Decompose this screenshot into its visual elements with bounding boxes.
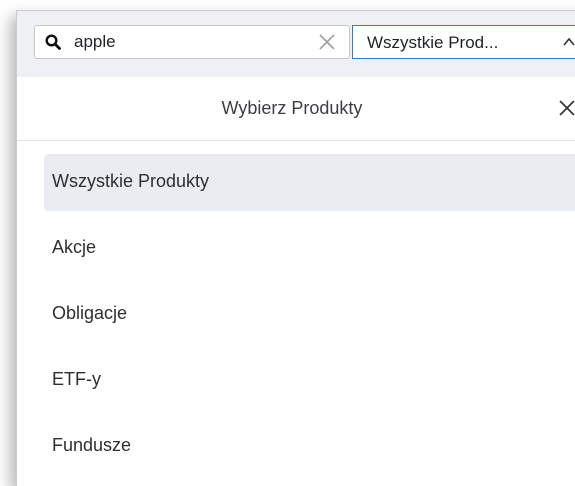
option-bonds[interactable]: Obligacje [44, 286, 575, 343]
sheet-title: Wybierz Produkty [221, 98, 363, 118]
search-icon [45, 34, 61, 50]
close-icon[interactable] [558, 99, 575, 117]
option-funds[interactable]: Fundusze [44, 418, 575, 475]
product-options-list: Wszystkie Produkty Akcje Obligacje ETF-y… [44, 154, 575, 484]
sheet-header: Wybierz Produkty [17, 77, 575, 141]
option-all-products[interactable]: Wszystkie Produkty [44, 154, 575, 211]
option-etfs[interactable]: ETF-y [44, 352, 575, 409]
search-input[interactable] [74, 30, 314, 54]
search-toolbar: Wszystkie Prod... [17, 11, 575, 77]
search-field[interactable] [34, 25, 350, 59]
option-stocks[interactable]: Akcje [44, 220, 575, 277]
product-filter-panel: Wszystkie Prod... Wybierz Produkty Wszys… [16, 10, 575, 486]
clear-search-icon[interactable] [318, 33, 336, 51]
product-type-dropdown[interactable]: Wszystkie Prod... [352, 25, 575, 59]
product-type-selected-value: Wszystkie Prod... [367, 33, 499, 52]
chevron-up-icon [563, 37, 575, 46]
